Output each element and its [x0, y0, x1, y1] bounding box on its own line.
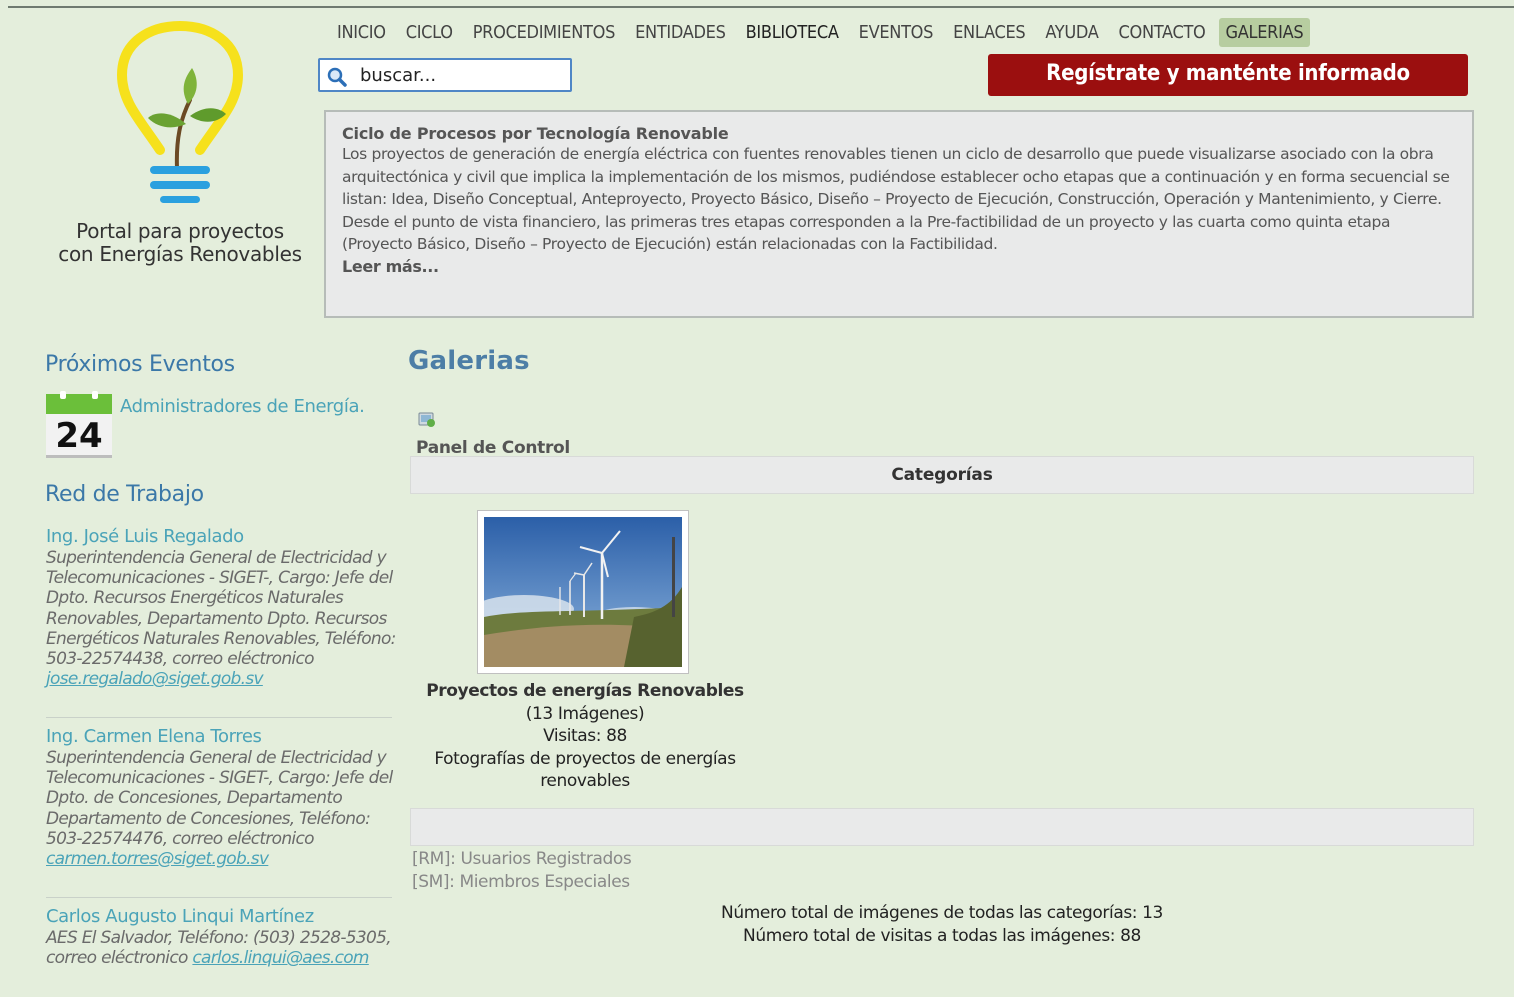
total-visits: Número total de visitas a todas las imág…	[743, 925, 1141, 946]
event-day: 24	[55, 416, 103, 456]
gallery-visits: Visitas: 88	[543, 726, 627, 746]
gallery-image-count: (13 Imágenes)	[525, 703, 645, 724]
nav-item-inicio[interactable]: INICIO	[330, 18, 393, 47]
intro-text: Los proyectos de generación de energía e…	[342, 145, 1450, 253]
event-item: 24 Administradores de Energía.	[46, 391, 366, 462]
legend-item: [SM]: Miembros Especiales	[412, 871, 630, 892]
search-input[interactable]	[360, 64, 560, 86]
search-icon	[327, 67, 347, 87]
contact-item: Ing. Carmen Elena Torres Superintendenci…	[46, 726, 396, 869]
gallery-thumbnail[interactable]	[477, 510, 689, 674]
divider	[46, 897, 392, 898]
contact-email-link[interactable]: carlos.linqui@aes.com	[192, 948, 369, 968]
divider	[46, 717, 392, 718]
nav-item-ciclo[interactable]: CICLO	[399, 18, 460, 47]
contact-name[interactable]: Ing. Carmen Elena Torres	[46, 726, 396, 748]
contact-name[interactable]: Ing. José Luis Regalado	[46, 526, 396, 548]
nav-item-contacto[interactable]: CONTACTO	[1112, 18, 1213, 47]
gallery-title-link[interactable]: Proyectos de energías Renovables	[410, 680, 760, 703]
contact-item: Carlos Augusto Linqui Martínez AES El Sa…	[46, 906, 396, 968]
page-title: Galerias	[408, 346, 530, 376]
contact-desc: Superintendencia General de Electricidad…	[46, 548, 396, 690]
logo-text: Portal para proyectos con Energías Renov…	[58, 219, 302, 266]
calendar-icon: 24	[46, 391, 112, 458]
totals: Número total de imágenes de todas las ca…	[410, 902, 1474, 947]
nav-item-eventos[interactable]: EVENTOS	[852, 18, 940, 47]
gallery-footer-bar	[410, 808, 1474, 846]
lightbulb-logo-icon	[116, 20, 244, 203]
search-box[interactable]	[318, 58, 572, 92]
nav-item-ayuda[interactable]: AYUDA	[1038, 18, 1105, 47]
total-images: Número total de imágenes de todas las ca…	[721, 903, 1163, 923]
contact-item: Ing. José Luis Regalado Superintendencia…	[46, 526, 396, 689]
legend: [RM]: Usuarios Registrados [SM]: Miembro…	[412, 848, 632, 893]
intro-box: Ciclo de Procesos por Tecnología Renovab…	[324, 110, 1474, 318]
register-button[interactable]: Regístrate y manténte informado	[988, 54, 1468, 96]
intro-body: Los proyectos de generación de energía e…	[342, 143, 1456, 278]
control-panel-link[interactable]: Panel de Control	[416, 438, 570, 458]
contact-desc: AES El Salvador, Teléfono: (503) 2528-53…	[46, 928, 392, 969]
contact-email-link[interactable]: carmen.torres@siget.gob.sv	[46, 849, 269, 869]
nav-item-procedimientos[interactable]: PROCEDIMIENTOS	[466, 18, 622, 47]
site-logo[interactable]: Portal para proyectos con Energías Renov…	[50, 20, 310, 290]
contact-desc: Superintendencia General de Electricidad…	[46, 748, 393, 870]
gallery-description: Fotografías de proyectos de energías ren…	[434, 748, 736, 792]
events-heading: Próximos Eventos	[45, 352, 235, 377]
nav-item-entidades[interactable]: ENTIDADES	[628, 18, 733, 47]
nav-item-enlaces[interactable]: ENLACES	[946, 18, 1032, 47]
wind-turbine-photo	[484, 517, 682, 667]
read-more-link[interactable]: Leer más...	[342, 257, 439, 276]
main-nav: INICIO CICLO PROCEDIMIENTOS ENTIDADES BI…	[330, 16, 1316, 48]
contact-name[interactable]: Carlos Augusto Linqui Martínez	[46, 906, 396, 928]
gallery-info: Proyectos de energías Renovables (13 Imá…	[410, 680, 760, 793]
nav-item-galerias[interactable]: GALERIAS	[1218, 17, 1311, 47]
nav-item-biblioteca[interactable]: BIBLIOTECA	[739, 18, 846, 47]
legend-item: [RM]: Usuarios Registrados	[412, 849, 632, 869]
intro-title: Ciclo de Procesos por Tecnología Renovab…	[342, 124, 729, 143]
network-heading: Red de Trabajo	[45, 482, 204, 507]
control-panel-icon[interactable]	[418, 410, 436, 428]
contact-email-link[interactable]: jose.regalado@siget.gob.sv	[46, 669, 264, 689]
categories-header: Categorías	[410, 456, 1474, 494]
event-link[interactable]: Administradores de Energía.	[120, 396, 365, 417]
